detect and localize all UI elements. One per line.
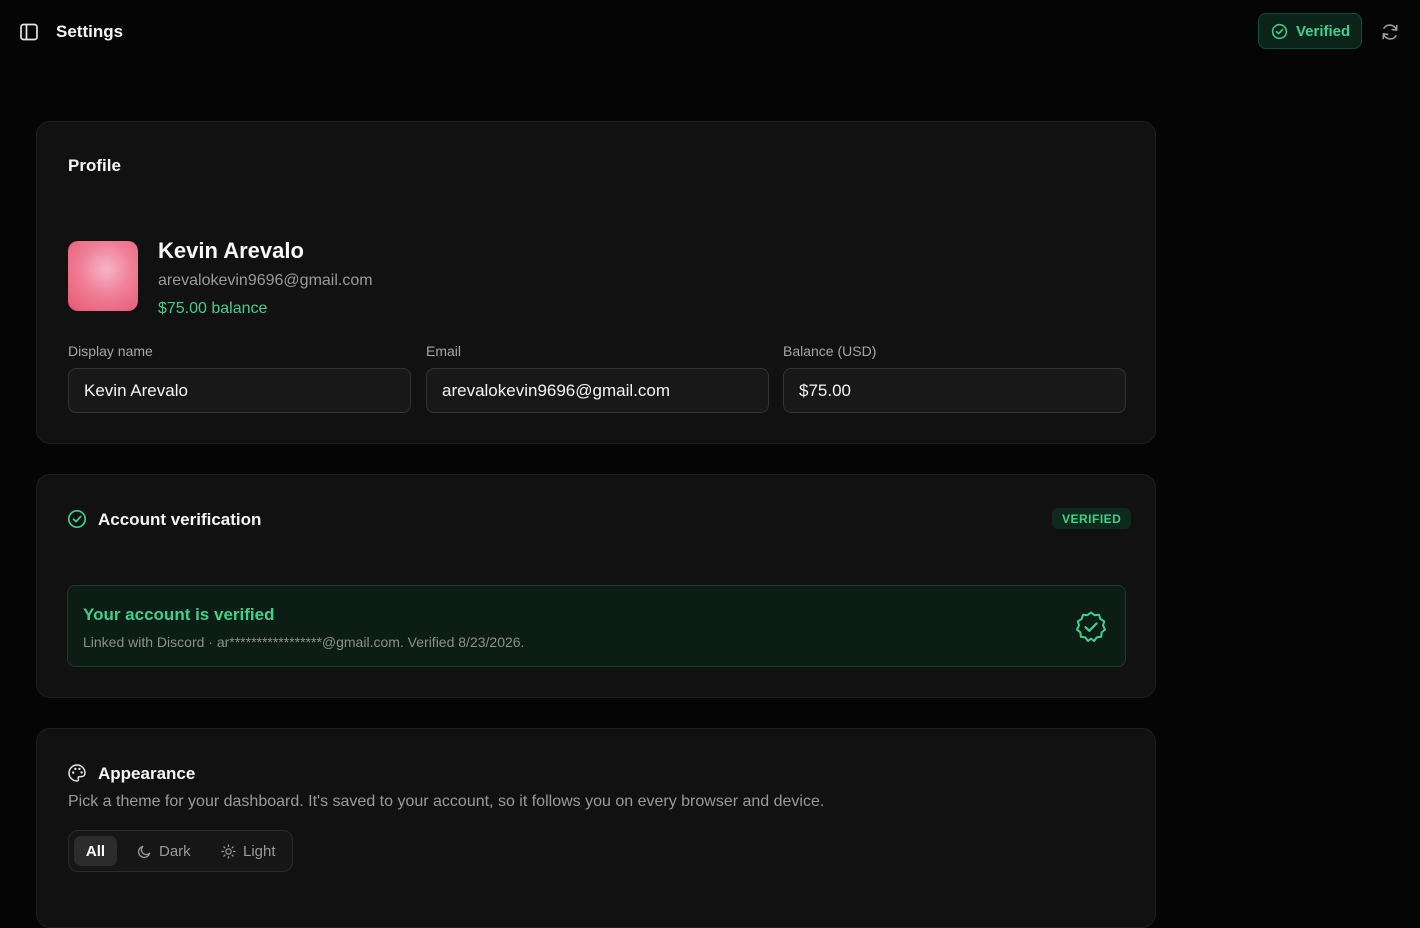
theme-option-label: Light — [243, 842, 276, 860]
theme-option-label: All — [85, 842, 106, 860]
display-name-input[interactable] — [68, 368, 411, 413]
profile-balance: $75.00 balance — [158, 300, 268, 317]
appearance-description: Pick a theme for your dashboard. It's sa… — [68, 793, 825, 810]
verification-section-title: Account verification — [98, 510, 262, 529]
email-label: Email — [426, 343, 462, 359]
sidebar-toggle-icon[interactable] — [18, 21, 40, 43]
sun-icon — [221, 843, 236, 859]
verification-status-detail: Linked with Discord · ar****************… — [83, 634, 525, 650]
appearance-section-title: Appearance — [98, 764, 196, 783]
verification-status-title: Your account is verified — [83, 605, 275, 624]
page-title: Settings — [56, 22, 124, 41]
appearance-card: Appearance Pick a theme for your dashboa… — [36, 728, 1156, 928]
top-bar: Settings Verified — [0, 0, 1420, 64]
verified-status-button[interactable]: Verified — [1258, 13, 1362, 49]
verification-card: Account verification VERIFIED Your accou… — [36, 474, 1156, 698]
verified-label: Verified — [1296, 22, 1351, 40]
email-input[interactable] — [426, 368, 769, 413]
moon-icon — [137, 844, 152, 859]
avatar — [68, 241, 138, 311]
check-circle-icon — [1271, 23, 1288, 40]
profile-email: arevalokevin9696@gmail.com — [158, 272, 373, 289]
palette-icon — [67, 763, 87, 783]
balance-label: Balance (USD) — [783, 343, 877, 359]
refresh-icon[interactable] — [1378, 20, 1402, 44]
theme-selector: All Dark Light — [68, 830, 293, 872]
theme-option-dark[interactable]: Dark — [133, 836, 195, 866]
check-circle-icon — [67, 509, 87, 529]
status-badge: VERIFIED — [1052, 508, 1132, 529]
theme-option-all[interactable]: All — [74, 836, 117, 866]
profile-card: Profile Kevin Arevalo arevalokevin9696@g… — [36, 121, 1156, 444]
theme-option-light[interactable]: Light — [217, 836, 280, 866]
profile-name: Kevin Arevalo — [158, 238, 304, 263]
verification-status-box: Your account is verified Linked with Dis… — [67, 585, 1126, 667]
profile-section-title: Profile — [68, 156, 121, 175]
theme-option-label: Dark — [159, 842, 191, 860]
balance-input[interactable] — [783, 368, 1126, 413]
display-name-label: Display name — [68, 343, 153, 359]
verified-seal-icon — [1074, 610, 1108, 644]
